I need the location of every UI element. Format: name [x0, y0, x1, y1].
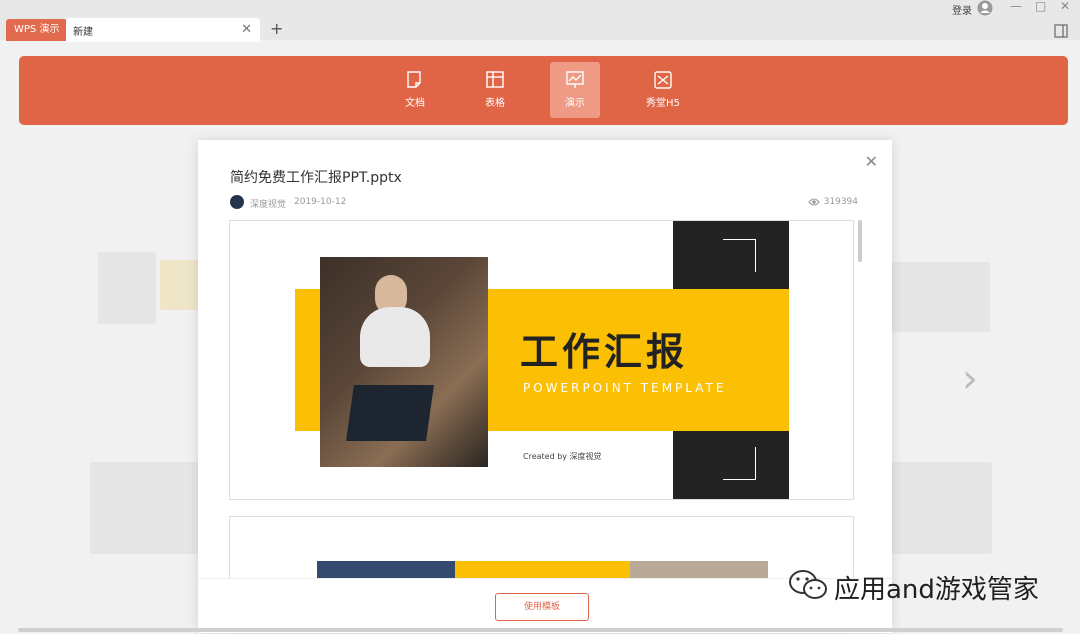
tab-new-label: 新建	[73, 27, 93, 38]
nav-item-label: 秀堂H5	[646, 98, 680, 109]
next-arrow-icon[interactable]: ›	[962, 356, 978, 402]
nav-item-label: 文档	[405, 98, 425, 109]
category-bar: 文档 表格 演示 秀堂H5	[19, 56, 1068, 125]
background-template-thumb	[98, 252, 156, 324]
document-icon	[407, 71, 421, 88]
slide-created-by: Created by 深度视觉	[523, 452, 602, 461]
background-template-thumb	[90, 462, 198, 554]
slide-corner-bracket	[723, 239, 756, 272]
view-count: 319394	[823, 197, 858, 207]
background-template-thumb	[890, 262, 990, 332]
minimize-icon[interactable]: —	[1010, 0, 1022, 13]
horizontal-scrollbar[interactable]	[18, 628, 1063, 632]
author-avatar	[230, 195, 244, 209]
slide-subtitle: POWERPOINT TEMPLATE	[523, 381, 727, 395]
slide-main-title: 工作汇报	[520, 329, 689, 374]
eye-icon	[808, 198, 820, 206]
publish-date: 2019-10-12	[294, 197, 347, 207]
nav-item-document[interactable]: 文档	[390, 62, 440, 118]
slide-corner-bracket	[723, 447, 756, 480]
login-link[interactable]: 登录	[952, 2, 972, 17]
watermark-text: 应用and游戏管家	[834, 575, 1039, 605]
wechat-icon	[789, 570, 827, 599]
spreadsheet-icon	[486, 71, 504, 88]
nav-item-h5[interactable]: 秀堂H5	[638, 62, 688, 118]
sidebar-toggle-icon[interactable]	[1054, 24, 1068, 38]
app-tab[interactable]: WPS 演示	[6, 19, 68, 41]
h5-icon	[654, 71, 672, 89]
close-tab-icon[interactable]: ✕	[241, 22, 252, 37]
nav-item-label: 表格	[485, 98, 505, 109]
close-dialog-icon[interactable]: ✕	[865, 152, 878, 171]
use-template-button[interactable]: 使用模板	[495, 593, 589, 621]
template-title: 简约免费工作汇报PPT.pptx	[230, 170, 402, 186]
template-preview-dialog: ✕ 简约免费工作汇报PPT.pptx 深度视觉 2019-10-12 31939…	[198, 140, 892, 634]
background-template-thumb	[890, 462, 992, 554]
author-name: 深度视觉	[250, 200, 287, 210]
nav-item-presentation[interactable]: 演示	[550, 62, 600, 118]
presentation-icon	[566, 71, 584, 88]
background-template-thumb	[160, 260, 200, 310]
preview-scrollbar[interactable]	[858, 220, 862, 262]
nav-item-spreadsheet[interactable]: 表格	[470, 62, 520, 118]
add-tab-icon[interactable]: +	[270, 19, 283, 38]
tab-new[interactable]: 新建 ✕	[66, 18, 260, 42]
user-avatar-icon[interactable]	[977, 0, 993, 16]
nav-item-label: 演示	[565, 98, 585, 109]
title-bar: WPS 演示 新建 ✕ + 登录 — □ ✕	[0, 0, 1080, 42]
slide-preview-1: 工作汇报 POWERPOINT TEMPLATE Created by 深度视觉	[229, 220, 854, 500]
maximize-icon[interactable]: □	[1035, 0, 1046, 13]
slide-photo	[320, 257, 488, 467]
close-window-icon[interactable]: ✕	[1060, 0, 1070, 13]
